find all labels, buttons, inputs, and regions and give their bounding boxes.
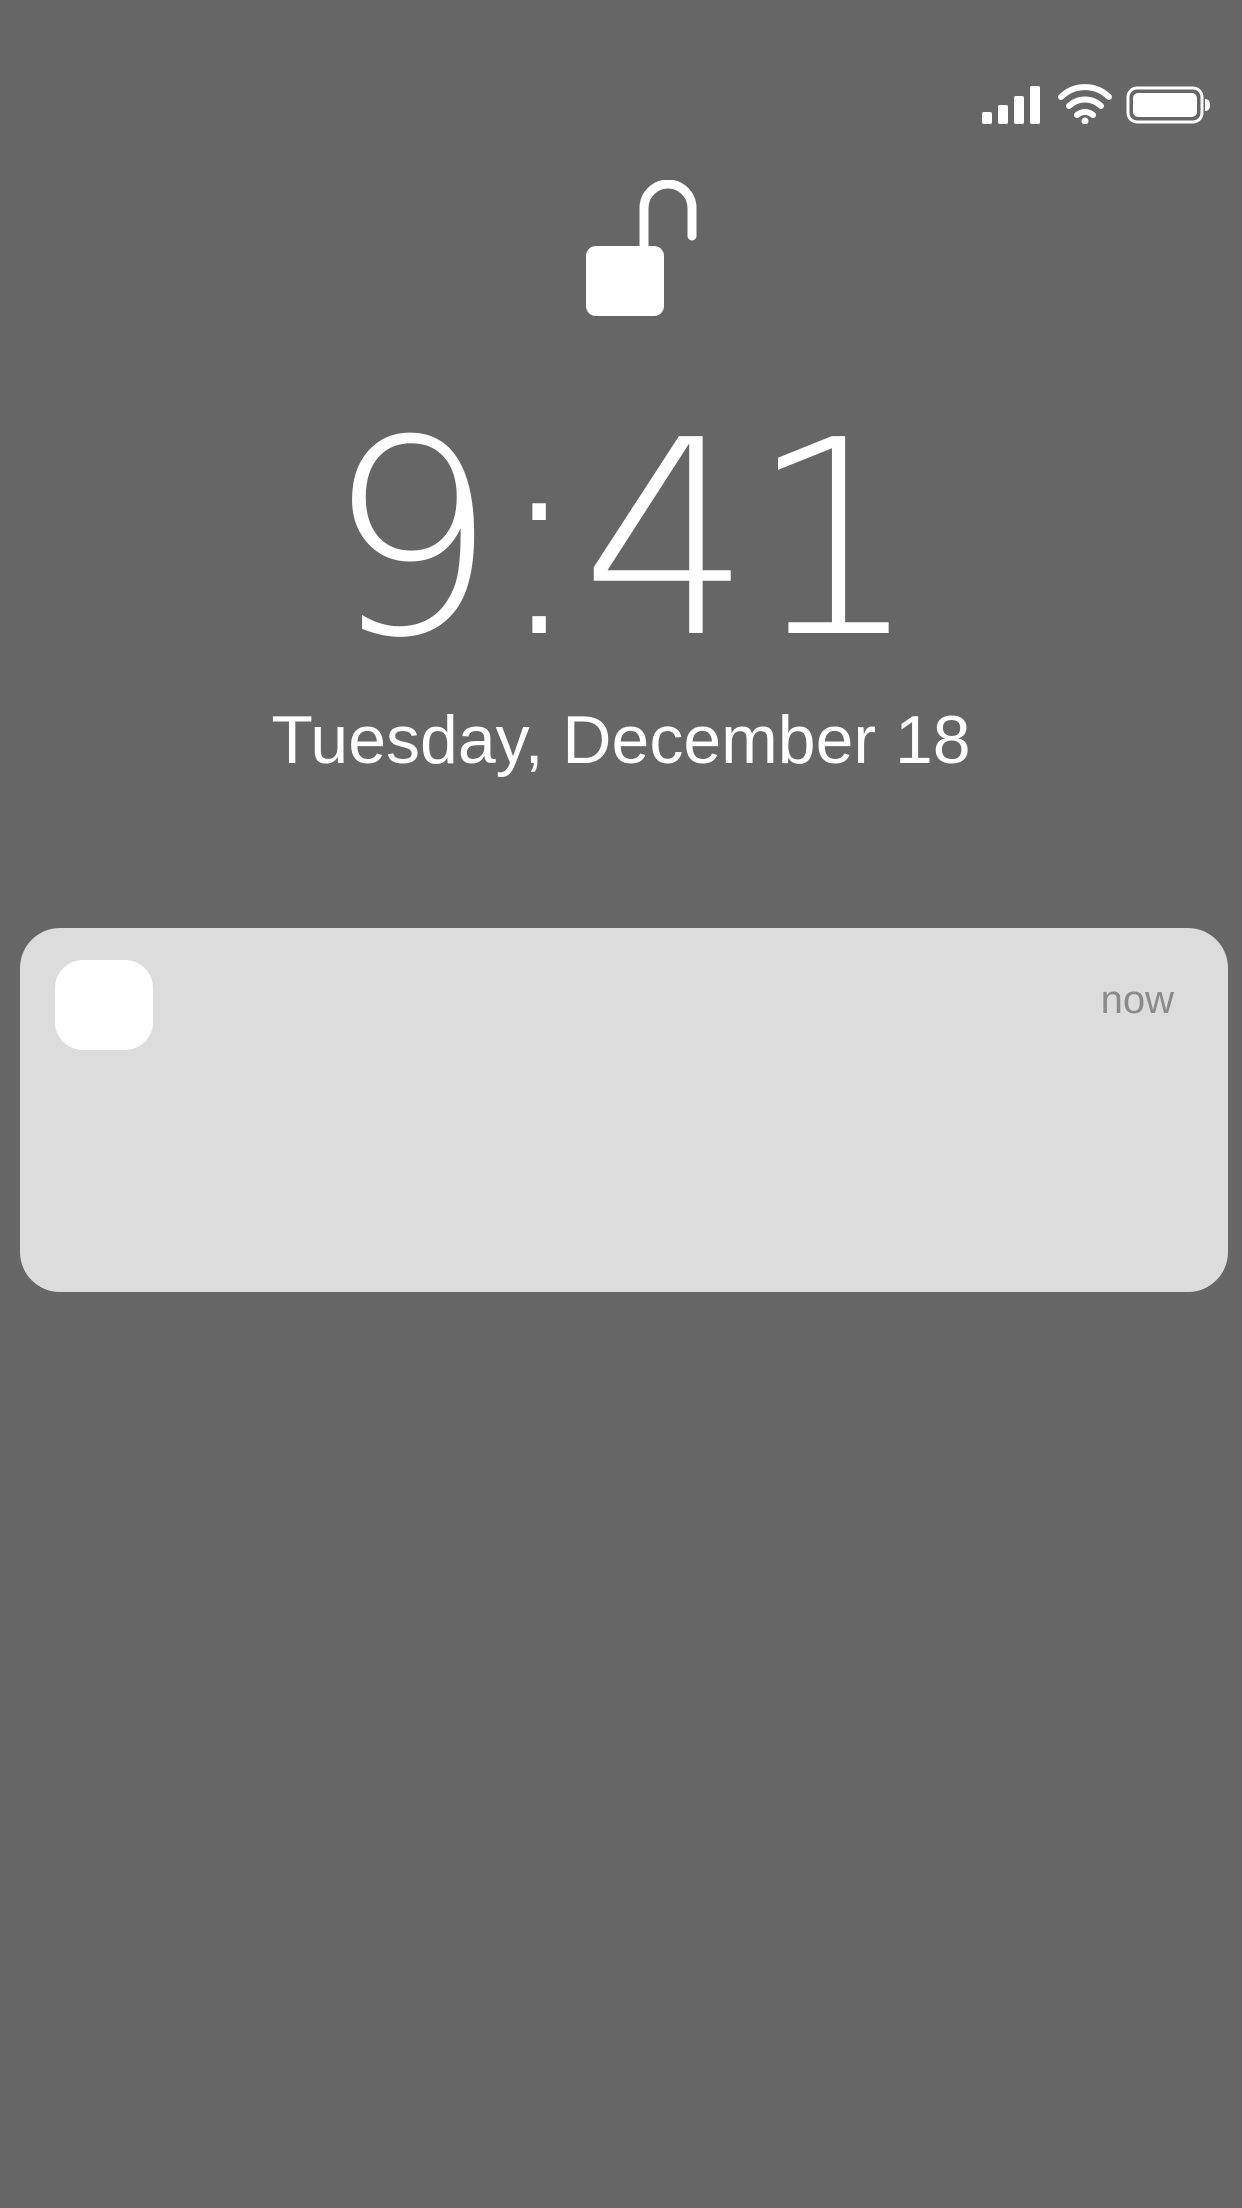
wifi-icon [1058, 84, 1112, 124]
lock-screen-date: Tuesday, December 18 [271, 702, 971, 778]
unlocked-padlock-icon [586, 180, 697, 316]
app-icon [55, 960, 153, 1050]
notification-timestamp: now [1100, 978, 1174, 1022]
status-bar [0, 0, 1242, 150]
notification-card[interactable]: now [20, 928, 1228, 1292]
battery-full-icon [1126, 86, 1210, 124]
lock-screen: 9:41 Tuesday, December 18 now [0, 0, 1242, 2208]
cellular-signal-icon [982, 86, 1040, 124]
lock-screen-time: 9:41 [325, 382, 920, 697]
